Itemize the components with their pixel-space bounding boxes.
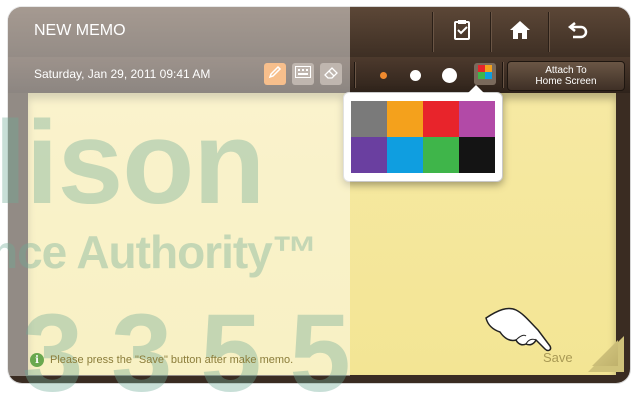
home-icon <box>509 20 531 45</box>
pen-size-small[interactable] <box>380 72 387 79</box>
attach-label-line1: Attach To <box>545 65 587 76</box>
attach-to-home-screen-button[interactable]: Attach To Home Screen <box>507 61 625 91</box>
back-button[interactable] <box>548 12 607 52</box>
color-picker-button[interactable] <box>474 63 496 85</box>
color-swatch-black[interactable] <box>459 137 495 173</box>
back-icon <box>567 20 589 45</box>
memo-hint: i Please press the "Save" button after m… <box>30 353 293 367</box>
hand-pointer-icon <box>478 300 558 365</box>
color-swatch-blue[interactable] <box>387 137 423 173</box>
pen-size-large[interactable] <box>442 68 457 83</box>
watermark-text-2: nce Authority™ <box>0 226 318 278</box>
clipboard-icon <box>452 19 472 46</box>
color-swatch-magenta[interactable] <box>459 101 495 137</box>
clipboard-button[interactable] <box>432 12 491 52</box>
color-swatch-green[interactable] <box>423 137 459 173</box>
home-button[interactable] <box>490 12 549 52</box>
memo-hint-text: Please press the "Save" button after mak… <box>50 354 294 366</box>
color-swatch-red[interactable] <box>423 101 459 137</box>
toolbar-divider <box>354 62 355 88</box>
watermark-text-1: lison <box>0 97 265 229</box>
color-swatch-orange[interactable] <box>387 101 423 137</box>
info-icon: i <box>30 353 44 367</box>
color-palette-icon <box>478 64 492 84</box>
color-palette-popup <box>343 85 503 182</box>
pen-size-medium[interactable] <box>410 70 421 81</box>
attach-label-line2: Home Screen <box>535 76 597 87</box>
color-swatch-gray[interactable] <box>351 101 387 137</box>
color-swatch-purple[interactable] <box>351 137 387 173</box>
toolbar-divider <box>502 62 503 88</box>
